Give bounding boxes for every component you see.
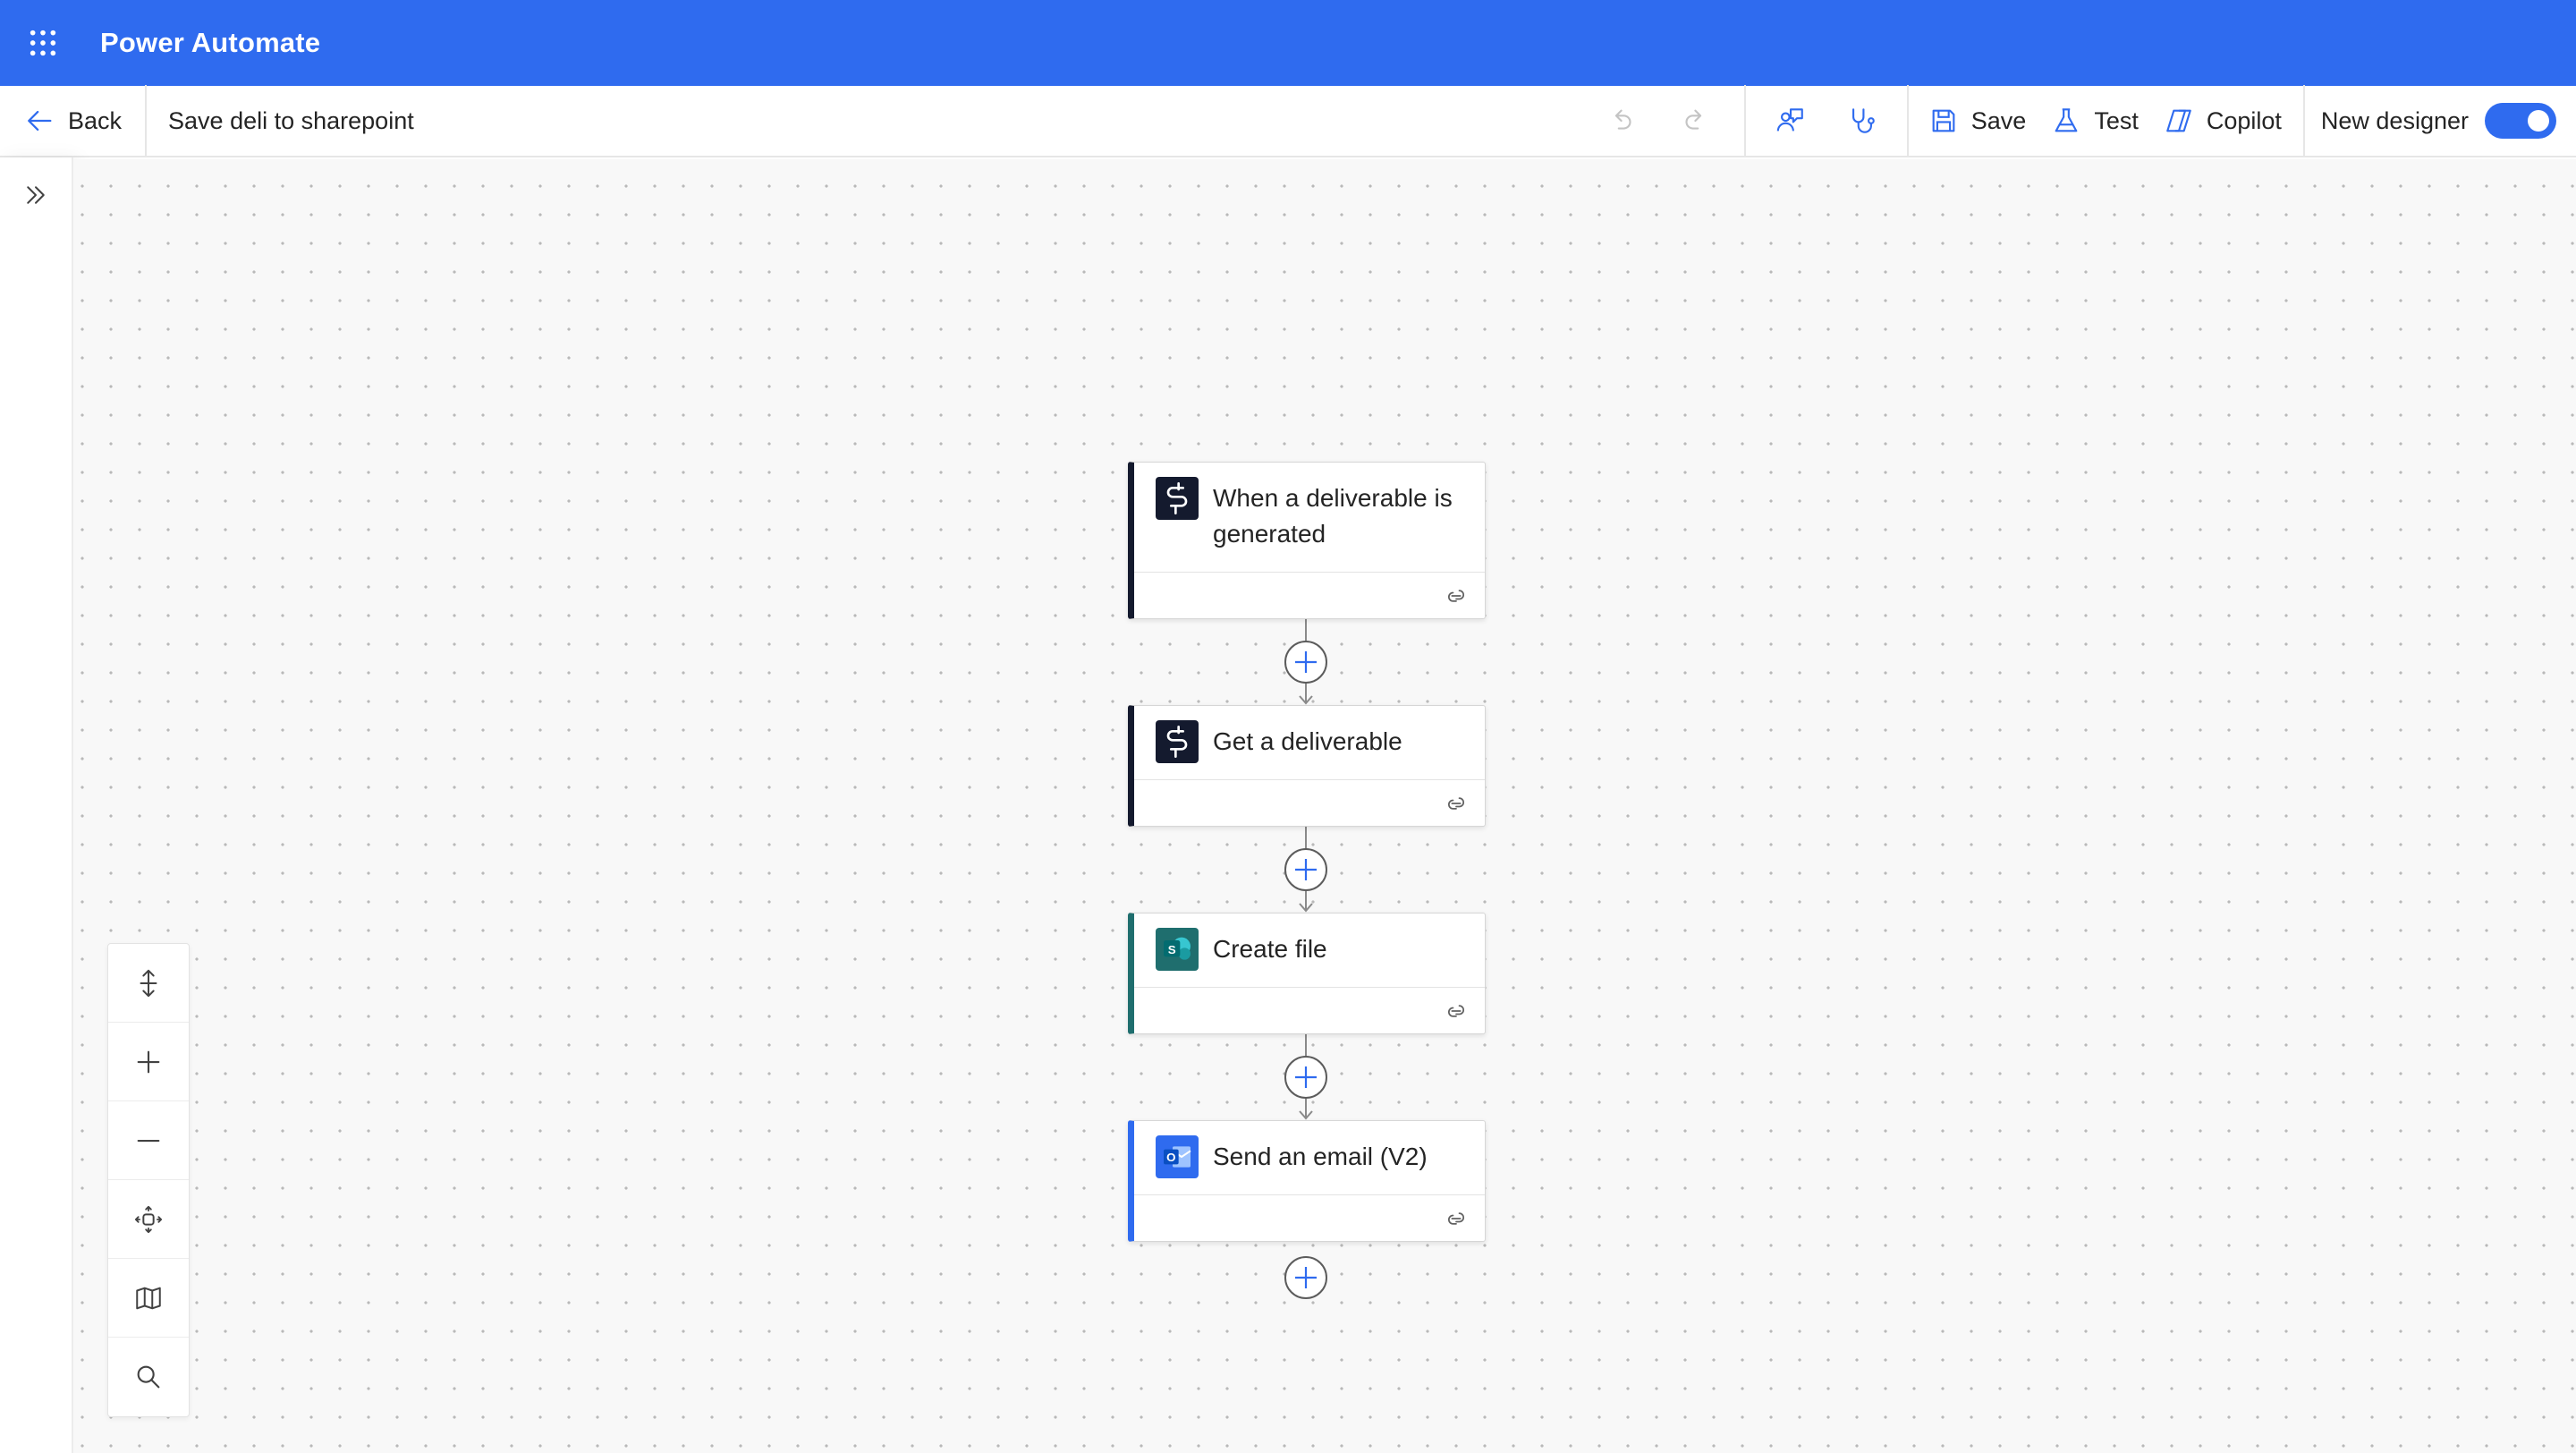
sharepoint-icon: S xyxy=(1156,928,1199,971)
divider xyxy=(1743,85,1746,157)
undo-icon xyxy=(1614,109,1631,130)
back-button[interactable]: Back xyxy=(0,85,145,157)
back-label: Back xyxy=(68,106,123,134)
redo-button[interactable] xyxy=(1658,85,1730,157)
flow-step-card[interactable]: When a deliverable is generated xyxy=(1128,462,1486,619)
plus-circle-icon xyxy=(1284,641,1327,684)
toggle-switch[interactable] xyxy=(2485,103,2556,139)
new-designer-toggle[interactable]: New designer xyxy=(2305,85,2576,157)
save-button[interactable]: Save xyxy=(1916,85,2039,157)
search-button[interactable] xyxy=(108,1338,189,1416)
flow-step-card[interactable]: S Create file xyxy=(1128,913,1486,1034)
outlook-icon: O xyxy=(1156,1135,1199,1178)
left-rail xyxy=(0,157,73,1453)
zoom-in-icon xyxy=(137,1050,160,1073)
step-title: Send an email (V2) xyxy=(1213,1143,1428,1170)
app-header: Power Automate xyxy=(0,0,2576,86)
deliverable-connector-icon xyxy=(1156,720,1199,763)
save-label: Save xyxy=(1970,106,2027,134)
redo-icon xyxy=(1685,109,1701,130)
fit-to-screen-button[interactable] xyxy=(108,944,189,1023)
zoom-in-button[interactable] xyxy=(108,1023,189,1101)
toggle-knob xyxy=(2528,110,2549,132)
center-view-icon xyxy=(134,1205,163,1233)
beaker-icon xyxy=(2055,108,2078,132)
svg-text:S: S xyxy=(1168,943,1176,956)
add-step-button[interactable] xyxy=(1282,1253,1330,1302)
arrow-left-icon xyxy=(28,110,52,132)
expand-panel-button[interactable] xyxy=(18,177,54,213)
copilot-label: Copilot xyxy=(2206,106,2282,134)
flow-step-card[interactable]: O Send an email (V2) xyxy=(1128,1120,1486,1242)
link-icon xyxy=(1447,589,1465,602)
deliverable-connector-icon xyxy=(1156,477,1199,520)
fit-vertical-icon xyxy=(140,969,157,997)
add-step-button[interactable] xyxy=(1282,638,1330,686)
feedback-icon xyxy=(1776,108,1803,132)
save-icon xyxy=(1932,109,1955,132)
chevron-double-right-icon xyxy=(27,186,45,204)
command-bar: Back Save deli to sharepoint Save Test C… xyxy=(0,85,2576,157)
add-step-button[interactable] xyxy=(1282,845,1330,894)
step-title: Create file xyxy=(1213,935,1327,963)
center-view-button[interactable] xyxy=(108,1180,189,1259)
new-designer-label: New designer xyxy=(2320,106,2469,134)
step-title: When a deliverable is generated xyxy=(1213,484,1453,548)
search-icon xyxy=(137,1365,160,1389)
plus-circle-icon xyxy=(1284,1056,1327,1099)
plus-circle-icon xyxy=(1284,1256,1327,1299)
test-label: Test xyxy=(2094,106,2139,134)
undo-button[interactable] xyxy=(1587,85,1658,157)
copilot-icon xyxy=(2166,109,2191,132)
zoom-out-icon xyxy=(137,1139,160,1142)
flow-name[interactable]: Save deli to sharepoint xyxy=(168,107,414,135)
flow-checker-button[interactable] xyxy=(1826,85,1898,157)
svg-text:O: O xyxy=(1166,1151,1175,1164)
test-button[interactable]: Test xyxy=(2038,85,2151,157)
copilot-button[interactable]: Copilot xyxy=(2151,85,2294,157)
add-step-button[interactable] xyxy=(1282,1053,1330,1101)
zoom-out-button[interactable] xyxy=(108,1101,189,1180)
app-launcher-icon[interactable] xyxy=(0,0,86,86)
minimap-button[interactable] xyxy=(108,1259,189,1338)
stethoscope-icon xyxy=(1852,108,1875,133)
step-title: Get a deliverable xyxy=(1213,727,1402,755)
flow-step-card[interactable]: Get a deliverable xyxy=(1128,705,1486,827)
map-icon xyxy=(136,1287,161,1309)
divider xyxy=(145,85,148,157)
plus-circle-icon xyxy=(1284,848,1327,891)
divider xyxy=(1906,85,1909,157)
app-title[interactable]: Power Automate xyxy=(100,27,320,59)
feedback-button[interactable] xyxy=(1755,85,1826,157)
link-icon xyxy=(1447,1211,1465,1225)
link-icon xyxy=(1447,796,1465,810)
canvas-controls xyxy=(107,943,190,1417)
link-icon xyxy=(1447,1004,1465,1017)
